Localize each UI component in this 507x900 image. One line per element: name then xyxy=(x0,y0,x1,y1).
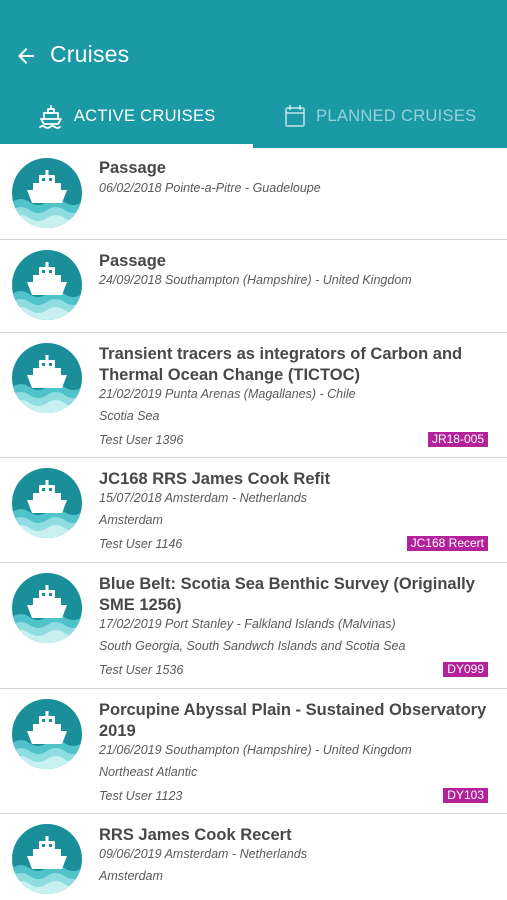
ship-avatar-icon xyxy=(12,699,82,769)
cruise-list-item[interactable]: Passage 06/02/2018 Pointe-a-Pitre - Guade… xyxy=(0,148,507,240)
tab-bar: ACTIVE CRUISES PLANNED CRUISES xyxy=(0,84,507,148)
cruise-list-item[interactable]: Passage 24/09/2018 Southampton (Hampshire… xyxy=(0,240,507,333)
cruise-title: Passage xyxy=(99,159,166,177)
cruise-title: Porcupine Abyssal Plain - Sustained Obse… xyxy=(99,701,487,740)
tab-planned-cruises[interactable]: PLANNED CRUISES xyxy=(254,84,507,148)
page-title: Cruises xyxy=(50,41,130,67)
ship-avatar-icon xyxy=(12,573,82,643)
cruise-user: Test User 1536 xyxy=(99,663,184,677)
cruise-content: Blue Belt: Scotia Sea Benthic Survey (Or… xyxy=(99,574,489,616)
cruise-user: Test User 1396 xyxy=(99,433,184,447)
back-button[interactable] xyxy=(12,42,40,70)
cruise-list-item[interactable]: Blue Belt: Scotia Sea Benthic Survey (Or… xyxy=(0,563,507,689)
cruise-code-badge: DY103 xyxy=(443,788,488,803)
cruise-list-item[interactable]: JC168 RRS James Cook Refit 15/07/2018 Ams… xyxy=(0,458,507,563)
cruise-date-location: 17/02/2019 Port Stanley - Falkland Islan… xyxy=(99,617,396,631)
ship-avatar-icon xyxy=(12,468,82,538)
cruise-title: Transient tracers as integrators of Carb… xyxy=(99,345,463,384)
cruise-content: Passage xyxy=(99,158,489,179)
ship-avatar-icon xyxy=(12,250,82,320)
cruise-content: Transient tracers as integrators of Carb… xyxy=(99,344,489,386)
cruise-code-badge: DY099 xyxy=(443,662,488,677)
cruise-region: South Georgia, South Sandwch Islands and… xyxy=(99,639,406,653)
cruise-user: Test User 1123 xyxy=(99,789,183,803)
cruise-code-badge: JR18-005 xyxy=(427,432,488,447)
cruise-date-location: 24/09/2018 Southampton (Hampshire) - Uni… xyxy=(99,273,412,287)
cruise-code-badge: JC168 Recert xyxy=(406,536,488,551)
cruise-region: Northeast Atlantic xyxy=(99,765,198,779)
cruise-user: Test User 1146 xyxy=(99,537,183,551)
cruise-list-item[interactable]: Porcupine Abyssal Plain - Sustained Obse… xyxy=(0,689,507,814)
cruise-list-item[interactable]: RRS James Cook Recert 09/06/2019 Amsterda… xyxy=(0,814,507,900)
cruise-content: Porcupine Abyssal Plain - Sustained Obse… xyxy=(99,700,489,742)
ship-avatar-icon xyxy=(12,158,82,228)
cruise-region: Amsterdam xyxy=(99,513,163,527)
ship-avatar-icon xyxy=(12,343,82,413)
cruise-list-item[interactable]: Transient tracers as integrators of Carb… xyxy=(0,333,507,458)
ship-avatar-icon xyxy=(12,824,82,894)
calendar-icon xyxy=(285,105,306,127)
tab-label: PLANNED CRUISES xyxy=(316,106,477,125)
ship-icon xyxy=(38,105,62,129)
arrow-left-icon xyxy=(18,48,34,64)
cruise-title: Blue Belt: Scotia Sea Benthic Survey (Or… xyxy=(99,575,475,614)
cruise-date-location: 21/02/2019 Punta Arenas (Magallanes) - C… xyxy=(99,387,356,401)
title-row: Cruises xyxy=(0,38,507,74)
cruise-date-location: 15/07/2018 Amsterdam - Netherlands xyxy=(99,491,307,505)
cruise-date-location: 21/06/2019 Southampton (Hampshire) - Uni… xyxy=(99,743,412,757)
tab-active-cruises[interactable]: ACTIVE CRUISES xyxy=(0,84,254,148)
cruise-list: Passage 06/02/2018 Pointe-a-Pitre - Guade… xyxy=(0,148,507,900)
cruise-region: Scotia Sea xyxy=(99,409,160,423)
app-bar: Cruises ACTIVE CRUISES PLANNED CRUISES xyxy=(0,0,507,148)
cruise-date-location: 06/02/2018 Pointe-a-Pitre - Guadeloupe xyxy=(99,181,321,195)
cruise-date-location: 09/06/2019 Amsterdam - Netherlands xyxy=(99,847,307,861)
tab-label: ACTIVE CRUISES xyxy=(73,106,216,125)
cruise-region: Amsterdam xyxy=(99,869,163,883)
